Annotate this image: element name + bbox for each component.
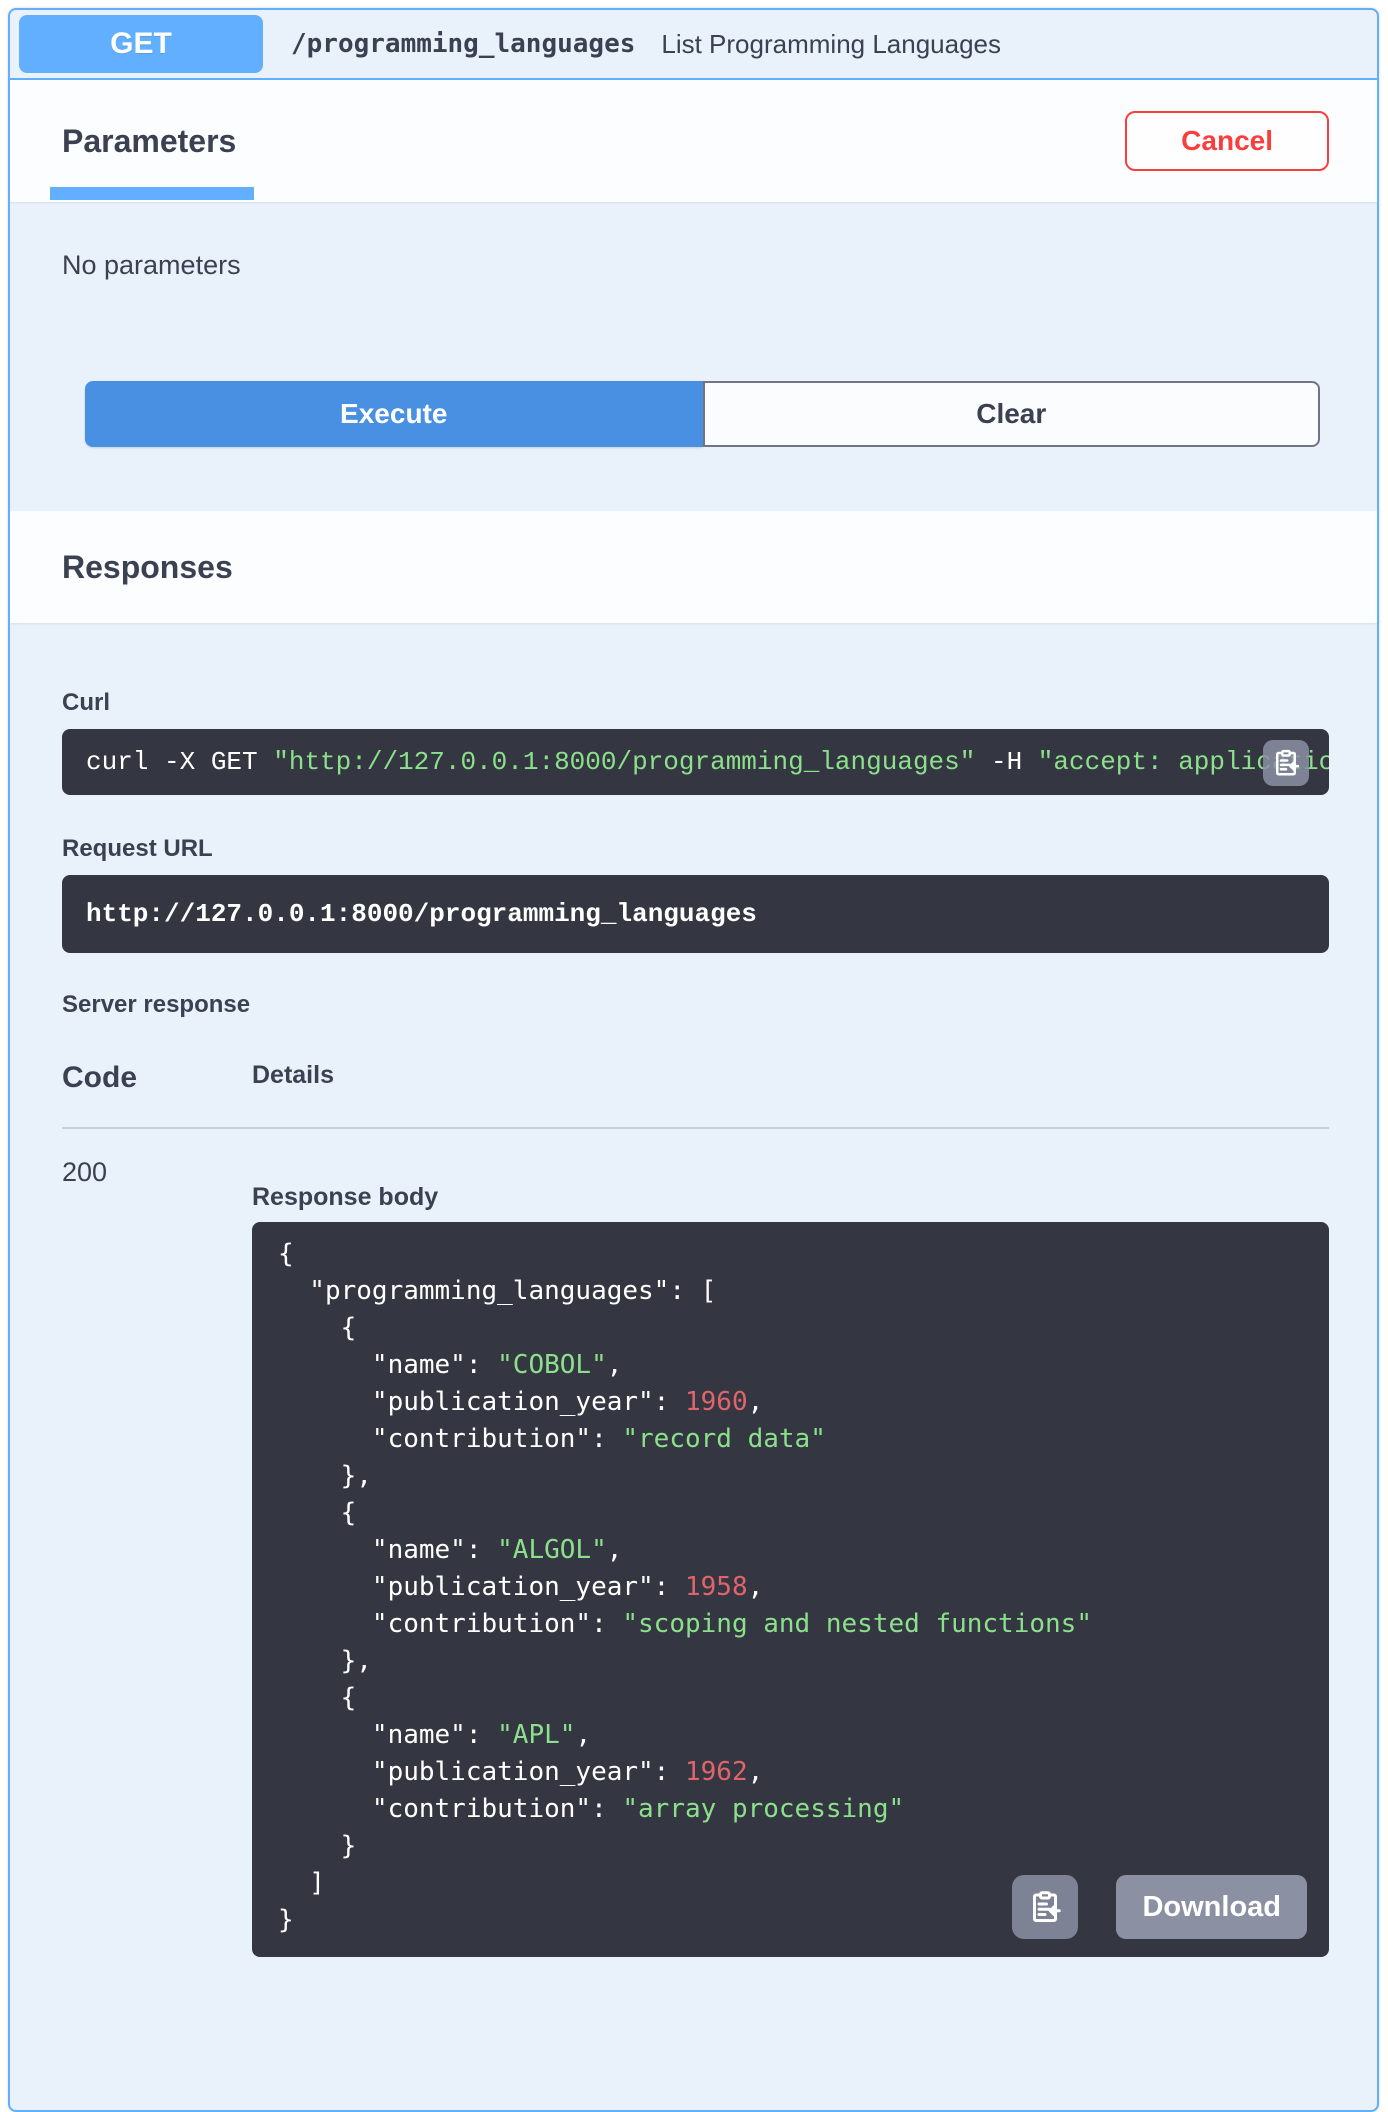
request-url-value: http://127.0.0.1:8000/programming_langua…	[86, 899, 757, 929]
clipboard-copy-icon	[1271, 748, 1301, 778]
response-body-box[interactable]: { "programming_languages": [ { "name": "…	[252, 1222, 1329, 1957]
copy-to-clipboard-button[interactable]	[1012, 1875, 1079, 1939]
response-actions: Download	[1012, 1875, 1307, 1939]
details-column-header: Details	[252, 1061, 334, 1089]
server-response-table-header: Code Details	[62, 1061, 1329, 1129]
operation-summary[interactable]: GET /programming_languages List Programm…	[10, 10, 1377, 80]
curl-label: Curl	[62, 689, 110, 716]
code-column-header: Code	[62, 1061, 137, 1094]
responses-header: Responses	[10, 511, 1377, 623]
download-button[interactable]: Download	[1116, 1875, 1307, 1939]
response-details-cell: Response body { "programming_languages":…	[252, 1155, 1329, 1957]
responses-body: Curl curl -X GET "http://127.0.0.1:8000/…	[10, 689, 1377, 1957]
active-tab-indicator	[50, 187, 254, 200]
clipboard-copy-icon	[1027, 1889, 1063, 1925]
parameters-header: Parameters Cancel	[10, 80, 1377, 202]
status-code: 200	[62, 1157, 108, 1187]
tab-parameters: Parameters	[62, 122, 237, 159]
server-response-row: 200 Response body { "programming_languag…	[62, 1129, 1329, 1957]
response-body-label: Response body	[252, 1183, 439, 1211]
http-method-badge: GET	[19, 15, 263, 73]
clear-button[interactable]: Clear	[702, 381, 1320, 447]
cancel-button[interactable]: Cancel	[1125, 111, 1329, 171]
no-parameters-text: No parameters	[62, 250, 241, 280]
execute-button[interactable]: Execute	[85, 381, 703, 447]
copy-to-clipboard-button[interactable]	[1263, 740, 1309, 786]
endpoint-summary: List Programming Languages	[661, 28, 1002, 59]
server-response-label: Server response	[62, 991, 251, 1018]
operation-panel: GET /programming_languages List Programm…	[8, 8, 1379, 2112]
response-body-json: { "programming_languages": [ { "name": "…	[278, 1239, 1092, 1935]
curl-command-box[interactable]: curl -X GET "http://127.0.0.1:8000/progr…	[62, 729, 1329, 795]
responses-title: Responses	[62, 548, 233, 585]
request-url-box: http://127.0.0.1:8000/programming_langua…	[62, 875, 1329, 953]
execute-button-row: Execute Clear	[85, 381, 1320, 447]
endpoint-path: /programming_languages	[291, 29, 636, 59]
curl-command-text: curl -X GET "http://127.0.0.1:8000/progr…	[86, 747, 1329, 777]
request-url-label: Request URL	[62, 835, 213, 862]
parameters-body: No parameters Execute Clear	[10, 250, 1377, 447]
